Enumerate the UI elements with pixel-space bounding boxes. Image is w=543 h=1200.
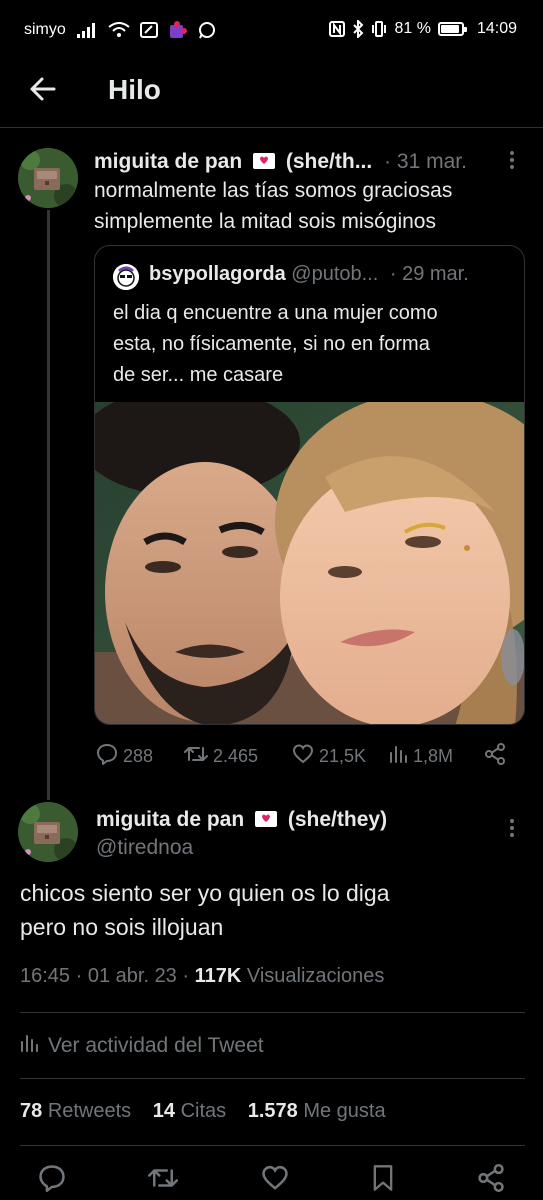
main-tweet-text: chicos siento ser yo quien os lo diga pe… — [20, 876, 390, 944]
parent-tweet-actions: 288 2.465 21,5K 1,8M — [96, 740, 516, 772]
main-more-options-icon[interactable] — [509, 818, 515, 838]
tweet-time: 16:45 — [20, 965, 71, 987]
quoted-tweet-line: de ser... me casare — [113, 364, 284, 386]
divider — [20, 1012, 525, 1013]
parent-author-pronouns[interactable]: (she/th... — [286, 150, 372, 173]
quoted-tweet-line: esta, no físicamente, si no en forma — [113, 333, 430, 355]
activity-label: Ver actividad del Tweet — [48, 1034, 264, 1057]
battery-icon — [437, 22, 467, 36]
main-tweet-line: pero no sois illojuan — [20, 914, 224, 940]
views-label: Visualizaciones — [246, 965, 385, 987]
retweet-action[interactable]: 2.465 — [184, 744, 292, 769]
tweet-action-bar — [0, 1160, 543, 1200]
parent-tweet-header: miguita de pan (she/th... · 31 mar. — [94, 150, 467, 176]
love-letter-emoji-icon — [252, 152, 276, 176]
quoted-tweet-photo[interactable] — [95, 402, 524, 724]
views-count: 1,8M — [413, 745, 454, 766]
divider — [20, 1145, 525, 1146]
main-author-avatar[interactable] — [18, 802, 78, 862]
reply-icon — [96, 743, 118, 770]
parent-more-options-icon[interactable] — [509, 150, 515, 170]
quoted-tweet-header: bsypollagorda @putob... · 29 mar. — [149, 263, 469, 286]
quoted-author-avatar — [113, 264, 139, 290]
likes-label[interactable]: Me gusta — [303, 1100, 385, 1122]
quotes-count[interactable]: 14 — [153, 1100, 175, 1122]
like-action[interactable]: 21,5K — [292, 743, 388, 769]
battery-percent: 81 % — [394, 20, 431, 37]
quotes-label[interactable]: Citas — [181, 1100, 227, 1122]
retweet-icon[interactable] — [148, 1165, 179, 1196]
parent-tweet-line: normalmente las tías somos graciosas — [94, 179, 453, 202]
engagement-stats: 78 Retweets 14 Citas 1.578 Me gusta — [20, 1100, 402, 1123]
reply-count: 288 — [123, 745, 154, 766]
thread-connector-line — [47, 210, 50, 800]
retweet-count: 2.465 — [213, 745, 259, 766]
vibrate-icon — [371, 21, 387, 37]
main-author-pronouns[interactable]: (she/they) — [288, 808, 387, 831]
like-count: 21,5K — [319, 745, 367, 766]
likes-count[interactable]: 1.578 — [248, 1100, 298, 1122]
views-total: 117K — [194, 965, 242, 987]
heart-icon[interactable] — [261, 1165, 289, 1196]
tweet-metadata: 16:45 · 01 abr. 23 · 117K Visualizacione… — [20, 965, 385, 987]
whatsapp-icon — [198, 21, 216, 39]
heart-icon — [292, 743, 314, 769]
tweet-activity-link[interactable]: Ver actividad del Tweet — [20, 1034, 264, 1058]
bluetooth-icon — [352, 20, 364, 38]
share-icon[interactable] — [484, 742, 506, 770]
battery-fill — [440, 25, 459, 33]
divider — [20, 1078, 525, 1079]
analytics-icon — [20, 1034, 38, 1058]
views-action[interactable]: 1,8M — [388, 744, 484, 769]
quoted-author-handle: @putob... — [291, 263, 379, 285]
quoted-tweet-card[interactable]: bsypollagorda @putob... · 29 mar. el dia… — [94, 245, 525, 725]
main-author-name[interactable]: miguita de pan — [96, 808, 244, 831]
parent-tweet-line: simplemente la mitad sois misóginos — [94, 210, 436, 233]
thread-header: Hilo — [0, 60, 543, 128]
clock: 14:09 — [476, 20, 517, 37]
quoted-tweet-text: el dia q encuentre a una mujer como esta… — [113, 298, 513, 391]
retweet-icon — [184, 744, 208, 769]
carrier-label: simyo — [24, 21, 66, 38]
retweets-label[interactable]: Retweets — [48, 1100, 131, 1122]
parent-tweet-date: · 31 mar. — [384, 150, 467, 173]
page-title: Hilo — [108, 74, 161, 105]
bookmark-icon[interactable] — [371, 1164, 395, 1197]
nfc-n-icon — [329, 21, 346, 37]
puzzle-icon — [168, 20, 188, 40]
signal-icon — [76, 22, 98, 38]
reply-action[interactable]: 288 — [96, 743, 184, 770]
nfc-icon — [139, 22, 158, 38]
parent-author-avatar[interactable] — [18, 148, 78, 208]
main-tweet-header: miguita de pan (she/they) — [96, 808, 387, 834]
parent-author-name[interactable]: miguita de pan — [94, 150, 242, 173]
quoted-tweet-date: · 29 mar. — [389, 263, 469, 285]
main-tweet-line: chicos siento ser yo quien os lo diga — [20, 880, 390, 906]
wifi-icon — [108, 22, 130, 38]
tweet-date: 01 abr. 23 — [87, 965, 177, 987]
back-arrow-icon[interactable] — [28, 74, 58, 104]
parent-tweet-text: normalmente las tías somos graciosas sim… — [94, 175, 452, 237]
share-icon[interactable] — [477, 1163, 505, 1197]
quoted-tweet-line: el dia q encuentre a una mujer como — [113, 302, 438, 324]
quoted-author-name: bsypollagorda — [149, 263, 286, 285]
love-letter-emoji-icon — [254, 810, 278, 834]
reply-icon[interactable] — [38, 1164, 66, 1197]
main-author-handle[interactable]: @tirednoa — [96, 836, 193, 860]
status-bar: simyo 81 % 14:09 — [0, 0, 543, 60]
analytics-icon — [388, 744, 408, 769]
retweets-count[interactable]: 78 — [20, 1100, 42, 1122]
